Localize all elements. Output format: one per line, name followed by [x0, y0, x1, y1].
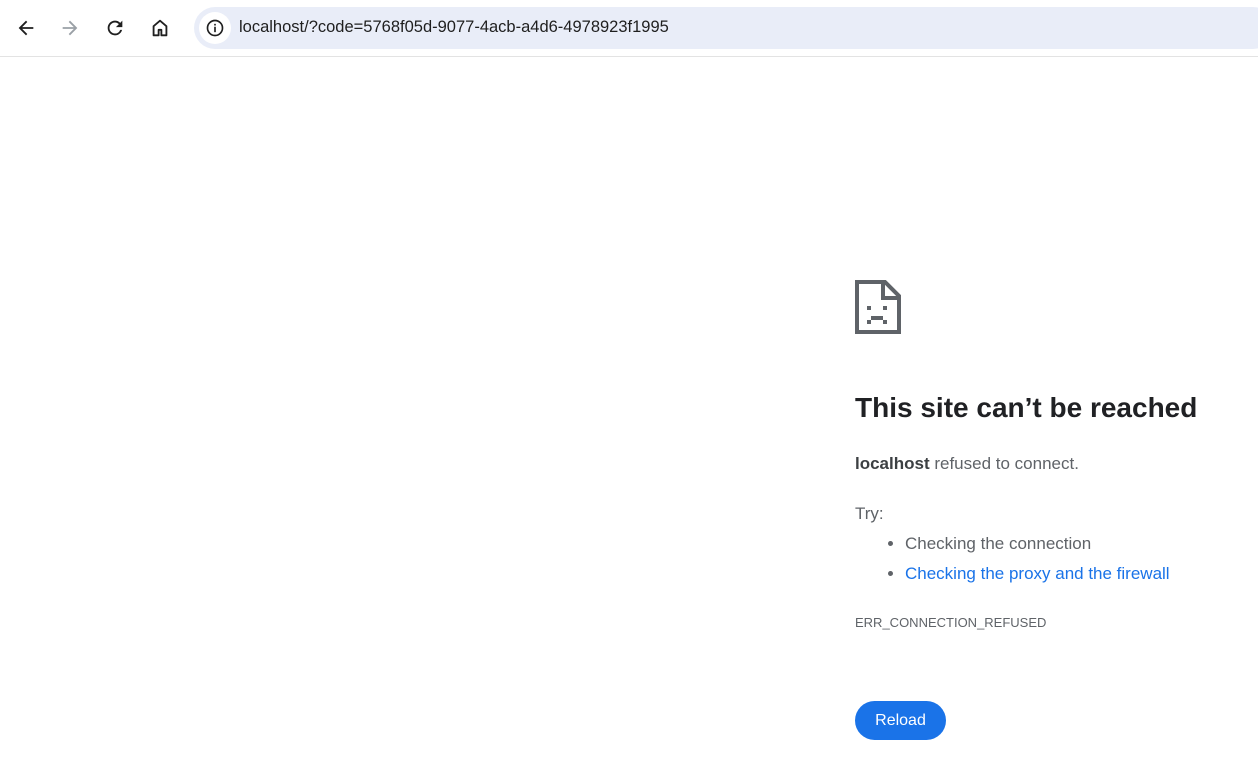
- back-button[interactable]: [8, 10, 44, 46]
- address-bar[interactable]: localhost/?code=5768f05d-9077-4acb-a4d6-…: [194, 7, 1258, 49]
- suggestions-list: Checking the connection Checking the pro…: [855, 532, 1170, 592]
- home-icon: [152, 19, 168, 37]
- arrow-left-icon: [18, 20, 34, 36]
- error-summary: localhost refused to connect.: [855, 454, 1079, 474]
- home-button[interactable]: [142, 10, 178, 46]
- error-host: localhost: [855, 454, 930, 473]
- reload-button[interactable]: [97, 10, 133, 46]
- reload-page-button[interactable]: Reload: [855, 701, 946, 740]
- site-info-button[interactable]: [199, 12, 231, 44]
- error-content: This site can’t be reached localhost ref…: [855, 280, 1255, 740]
- forward-button[interactable]: [52, 10, 88, 46]
- info-icon: [206, 19, 224, 37]
- arrow-right-icon: [62, 20, 78, 36]
- sad-file-icon: [855, 280, 901, 334]
- reload-icon: [107, 20, 123, 36]
- url-text[interactable]: localhost/?code=5768f05d-9077-4acb-a4d6-…: [239, 18, 669, 37]
- browser-toolbar: localhost/?code=5768f05d-9077-4acb-a4d6-…: [0, 0, 1258, 57]
- suggestion-check-proxy-link[interactable]: Checking the proxy and the firewall: [905, 562, 1170, 592]
- error-title: This site can’t be reached: [855, 392, 1198, 423]
- try-label: Try:: [855, 504, 884, 523]
- error-code: ERR_CONNECTION_REFUSED: [855, 615, 1047, 630]
- error-summary-text: refused to connect.: [929, 454, 1079, 473]
- suggestion-check-connection: Checking the connection: [905, 532, 1170, 562]
